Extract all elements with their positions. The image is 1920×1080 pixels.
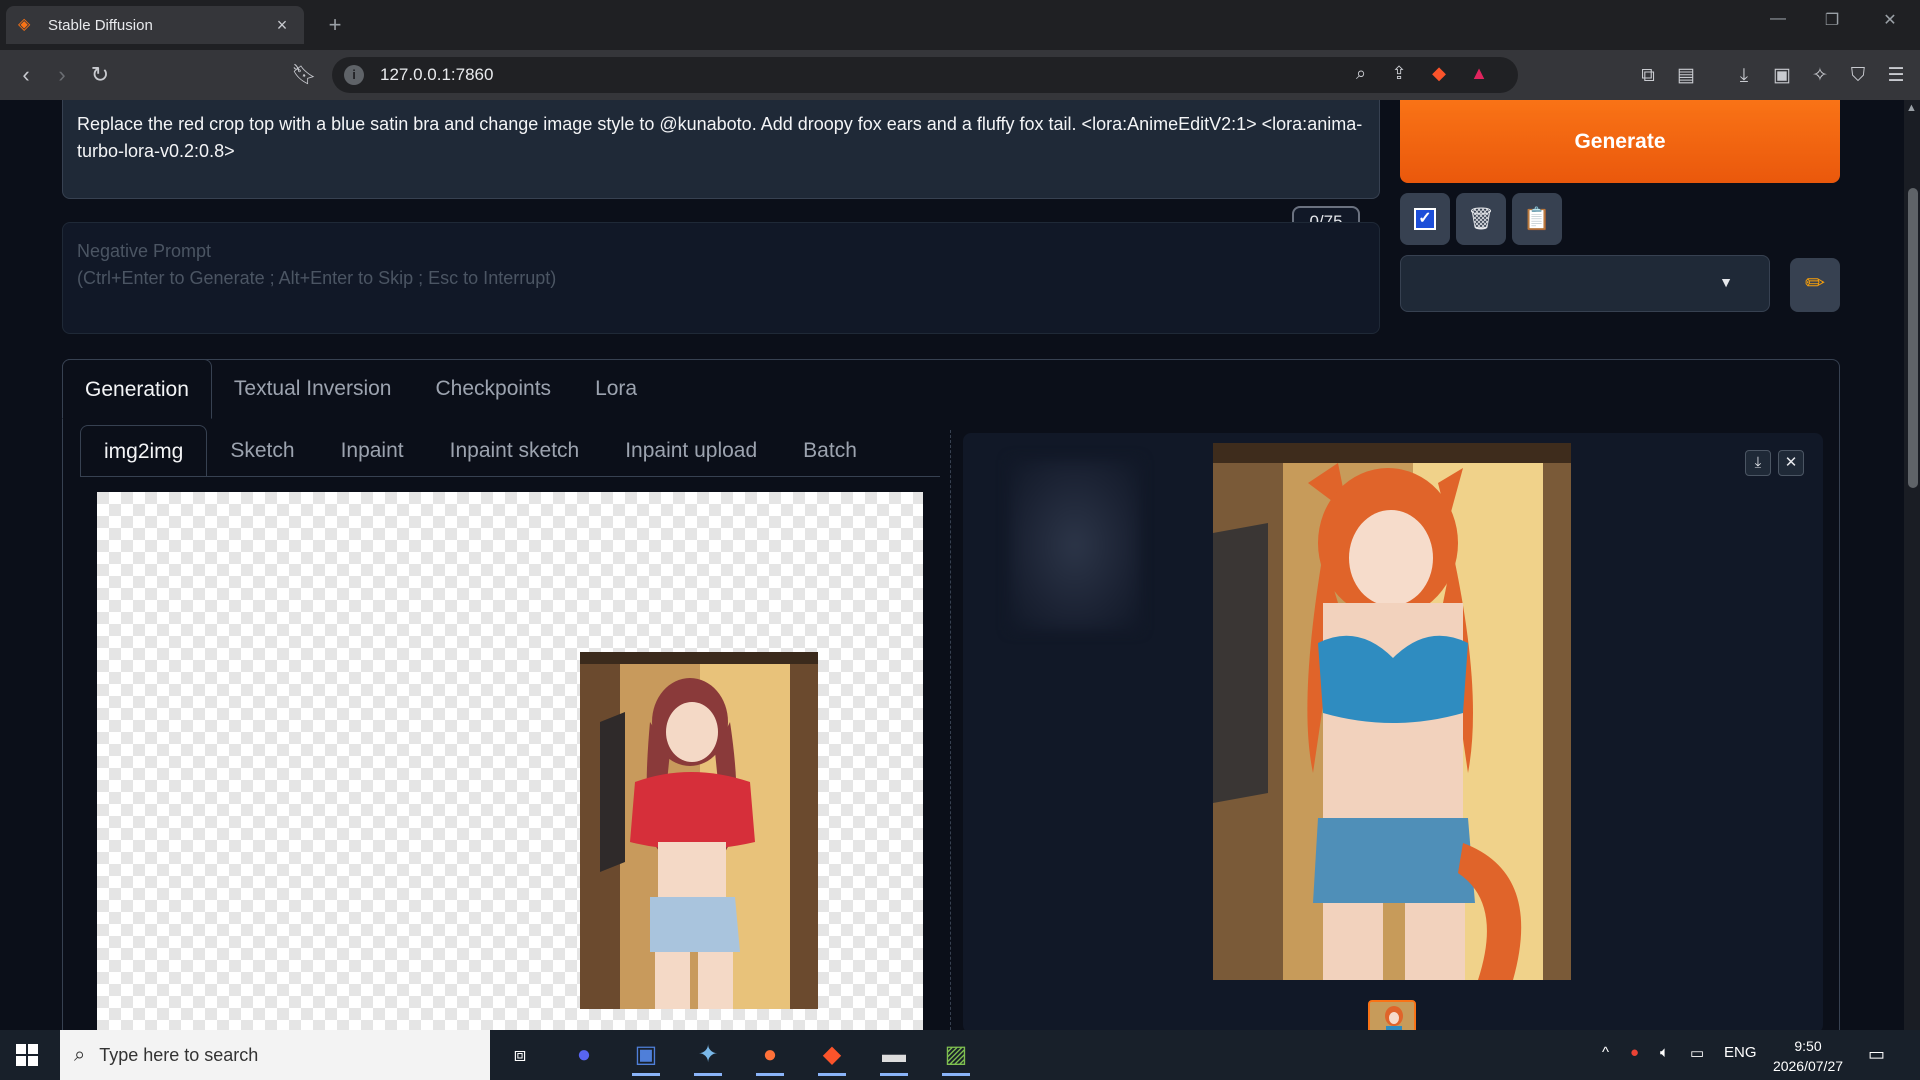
scrollbar-thumb[interactable]: [1908, 188, 1918, 488]
download-icon[interactable]: ⤓: [1730, 62, 1758, 90]
terminal-icon[interactable]: ▬: [874, 1037, 914, 1076]
forward-button[interactable]: ›: [48, 62, 76, 90]
tab-inpaint[interactable]: Inpaint: [318, 425, 427, 477]
tab-batch[interactable]: Batch: [780, 425, 880, 477]
taskbar-clock[interactable]: 9:50 2026/07/27: [1768, 1036, 1848, 1076]
webui-page: Replace the red crop top with a blue sat…: [0, 100, 1920, 1030]
generate-button[interactable]: Generate: [1400, 100, 1840, 183]
leo-ai-icon[interactable]: ✧: [1806, 62, 1834, 90]
tab-img2img[interactable]: img2img: [80, 425, 208, 477]
windows-start-icon[interactable]: [16, 1044, 38, 1066]
negative-prompt-hint: (Ctrl+Enter to Generate ; Alt+Enter to S…: [77, 268, 557, 288]
zoom-icon[interactable]: ⌕: [1348, 63, 1374, 87]
restore-icon[interactable]: ❐: [1812, 10, 1852, 30]
blurred-preview: [1010, 460, 1140, 630]
brave-rewards-icon[interactable]: ▲: [1466, 63, 1492, 87]
notifications-icon[interactable]: ▭: [1868, 1044, 1885, 1065]
reader-mode-icon[interactable]: ▤: [1672, 62, 1700, 90]
discord-icon[interactable]: ●: [564, 1037, 604, 1073]
task-view-icon[interactable]: ⧈: [500, 1037, 540, 1073]
tab-lora[interactable]: Lora: [573, 359, 659, 419]
back-button[interactable]: ‹: [12, 62, 40, 90]
styles-dropdown[interactable]: ▼: [1400, 255, 1770, 312]
browser-tab-bar: ◈ Stable Diffusion × + — ❐ ✕: [0, 0, 1920, 50]
input-image: [580, 652, 818, 1009]
clock-date: 2026/07/27: [1772, 1058, 1844, 1074]
output-image[interactable]: [1213, 443, 1571, 980]
tab-title: Stable Diffusion: [48, 16, 153, 34]
clipboard-icon: 📋: [1523, 206, 1551, 231]
tab-generation[interactable]: Generation: [62, 359, 212, 419]
url-text: 127.0.0.1:7860: [380, 65, 494, 84]
tab-inpaint-upload[interactable]: Inpaint upload: [602, 425, 780, 477]
clock-time: 9:50: [1794, 1038, 1822, 1054]
tab-close-icon[interactable]: ×: [272, 15, 292, 36]
wallet-icon[interactable]: ▣: [1768, 62, 1796, 90]
taskbar-search[interactable]: ⌕ Type here to search: [60, 1030, 490, 1080]
firefox-icon[interactable]: ●: [750, 1037, 790, 1076]
taskbar-search-placeholder: Type here to search: [99, 1044, 259, 1065]
gallery-thumbnail[interactable]: [1368, 1000, 1416, 1030]
prompt-textarea[interactable]: Replace the red crop top with a blue sat…: [62, 100, 1380, 199]
stable-diffusion-favicon-icon: ◈: [18, 16, 31, 33]
language-indicator[interactable]: ENG: [1724, 1044, 1757, 1061]
checkbox-icon: ✓: [1414, 208, 1436, 230]
image-viewer-icon[interactable]: ▨: [936, 1037, 976, 1076]
close-output-button[interactable]: ✕: [1778, 450, 1804, 476]
python-app-icon[interactable]: ✦: [688, 1037, 728, 1076]
img2img-mode-tabs: img2img Sketch Inpaint Inpaint sketch In…: [80, 425, 880, 477]
apply-styles-button[interactable]: 📋: [1512, 193, 1562, 245]
chevron-down-icon: ▼: [1719, 274, 1733, 290]
sub-tab-divider: [80, 476, 940, 477]
download-output-button[interactable]: ⤓: [1745, 450, 1771, 476]
reload-button[interactable]: ↻: [86, 62, 114, 90]
address-bar[interactable]: i 127.0.0.1:7860 ⌕ ⇪ ◆ ▲: [332, 57, 1518, 93]
page-scrollbar[interactable]: ▲: [1904, 100, 1920, 1030]
negative-prompt-textarea[interactable]: Negative Prompt (Ctrl+Enter to Generate …: [62, 222, 1380, 334]
share-icon[interactable]: ⇪: [1386, 63, 1412, 87]
windows-taskbar: ⌕ Type here to search ⧈ ● ▣ ✦ ● ◆ ▬ ▨ ^ …: [0, 1030, 1920, 1080]
negative-prompt-placeholder: Negative Prompt: [77, 241, 212, 261]
window-close-icon[interactable]: ✕: [1870, 10, 1910, 30]
menu-icon[interactable]: ☰: [1882, 62, 1910, 90]
extensions-icon[interactable]: ⧉: [1634, 62, 1662, 90]
new-tab-button[interactable]: +: [320, 10, 350, 40]
tab-inpaint-sketch[interactable]: Inpaint sketch: [427, 425, 603, 477]
column-divider: [950, 430, 951, 1030]
paste-params-button[interactable]: ✓: [1400, 193, 1450, 245]
minimize-icon[interactable]: —: [1758, 10, 1798, 28]
search-icon: ⌕: [74, 1043, 86, 1066]
tab-checkpoints[interactable]: Checkpoints: [414, 359, 574, 419]
site-info-icon[interactable]: i: [344, 65, 364, 85]
clear-prompt-button[interactable]: 🗑: [1456, 193, 1506, 245]
edit-styles-button[interactable]: ✏: [1790, 258, 1840, 312]
vpn-icon[interactable]: ⛉: [1844, 62, 1872, 90]
main-tab-bar: Generation Textual Inversion Checkpoints…: [62, 359, 659, 419]
scroll-up-icon[interactable]: ▲: [1906, 102, 1917, 114]
pencil-icon: ✏: [1804, 270, 1826, 297]
volume-icon[interactable]: 🔈︎: [1660, 1044, 1669, 1061]
chrome-tray-icon[interactable]: ●: [1630, 1044, 1639, 1061]
tab-textual-inversion[interactable]: Textual Inversion: [212, 359, 414, 419]
trash-icon: 🗑: [1467, 206, 1495, 231]
tray-chevron-icon[interactable]: ^: [1602, 1044, 1609, 1061]
brave-shields-icon[interactable]: ◆: [1426, 63, 1452, 87]
browser-tab[interactable]: ◈ Stable Diffusion ×: [6, 6, 304, 44]
brave-icon[interactable]: ◆: [812, 1037, 852, 1076]
bookmark-icon[interactable]: 🔖︎: [290, 62, 318, 90]
tab-sketch[interactable]: Sketch: [207, 425, 317, 477]
network-icon[interactable]: ▭: [1690, 1044, 1704, 1062]
browser-toolbar: ‹ › ↻ 🔖︎ i 127.0.0.1:7860 ⌕ ⇪ ◆ ▲ ⧉ ▤ ⤓ …: [0, 50, 1920, 100]
screen: ◈ Stable Diffusion × + — ❐ ✕ ‹ › ↻ 🔖︎ i …: [0, 0, 1920, 1080]
save-app-icon[interactable]: ▣: [626, 1037, 666, 1076]
